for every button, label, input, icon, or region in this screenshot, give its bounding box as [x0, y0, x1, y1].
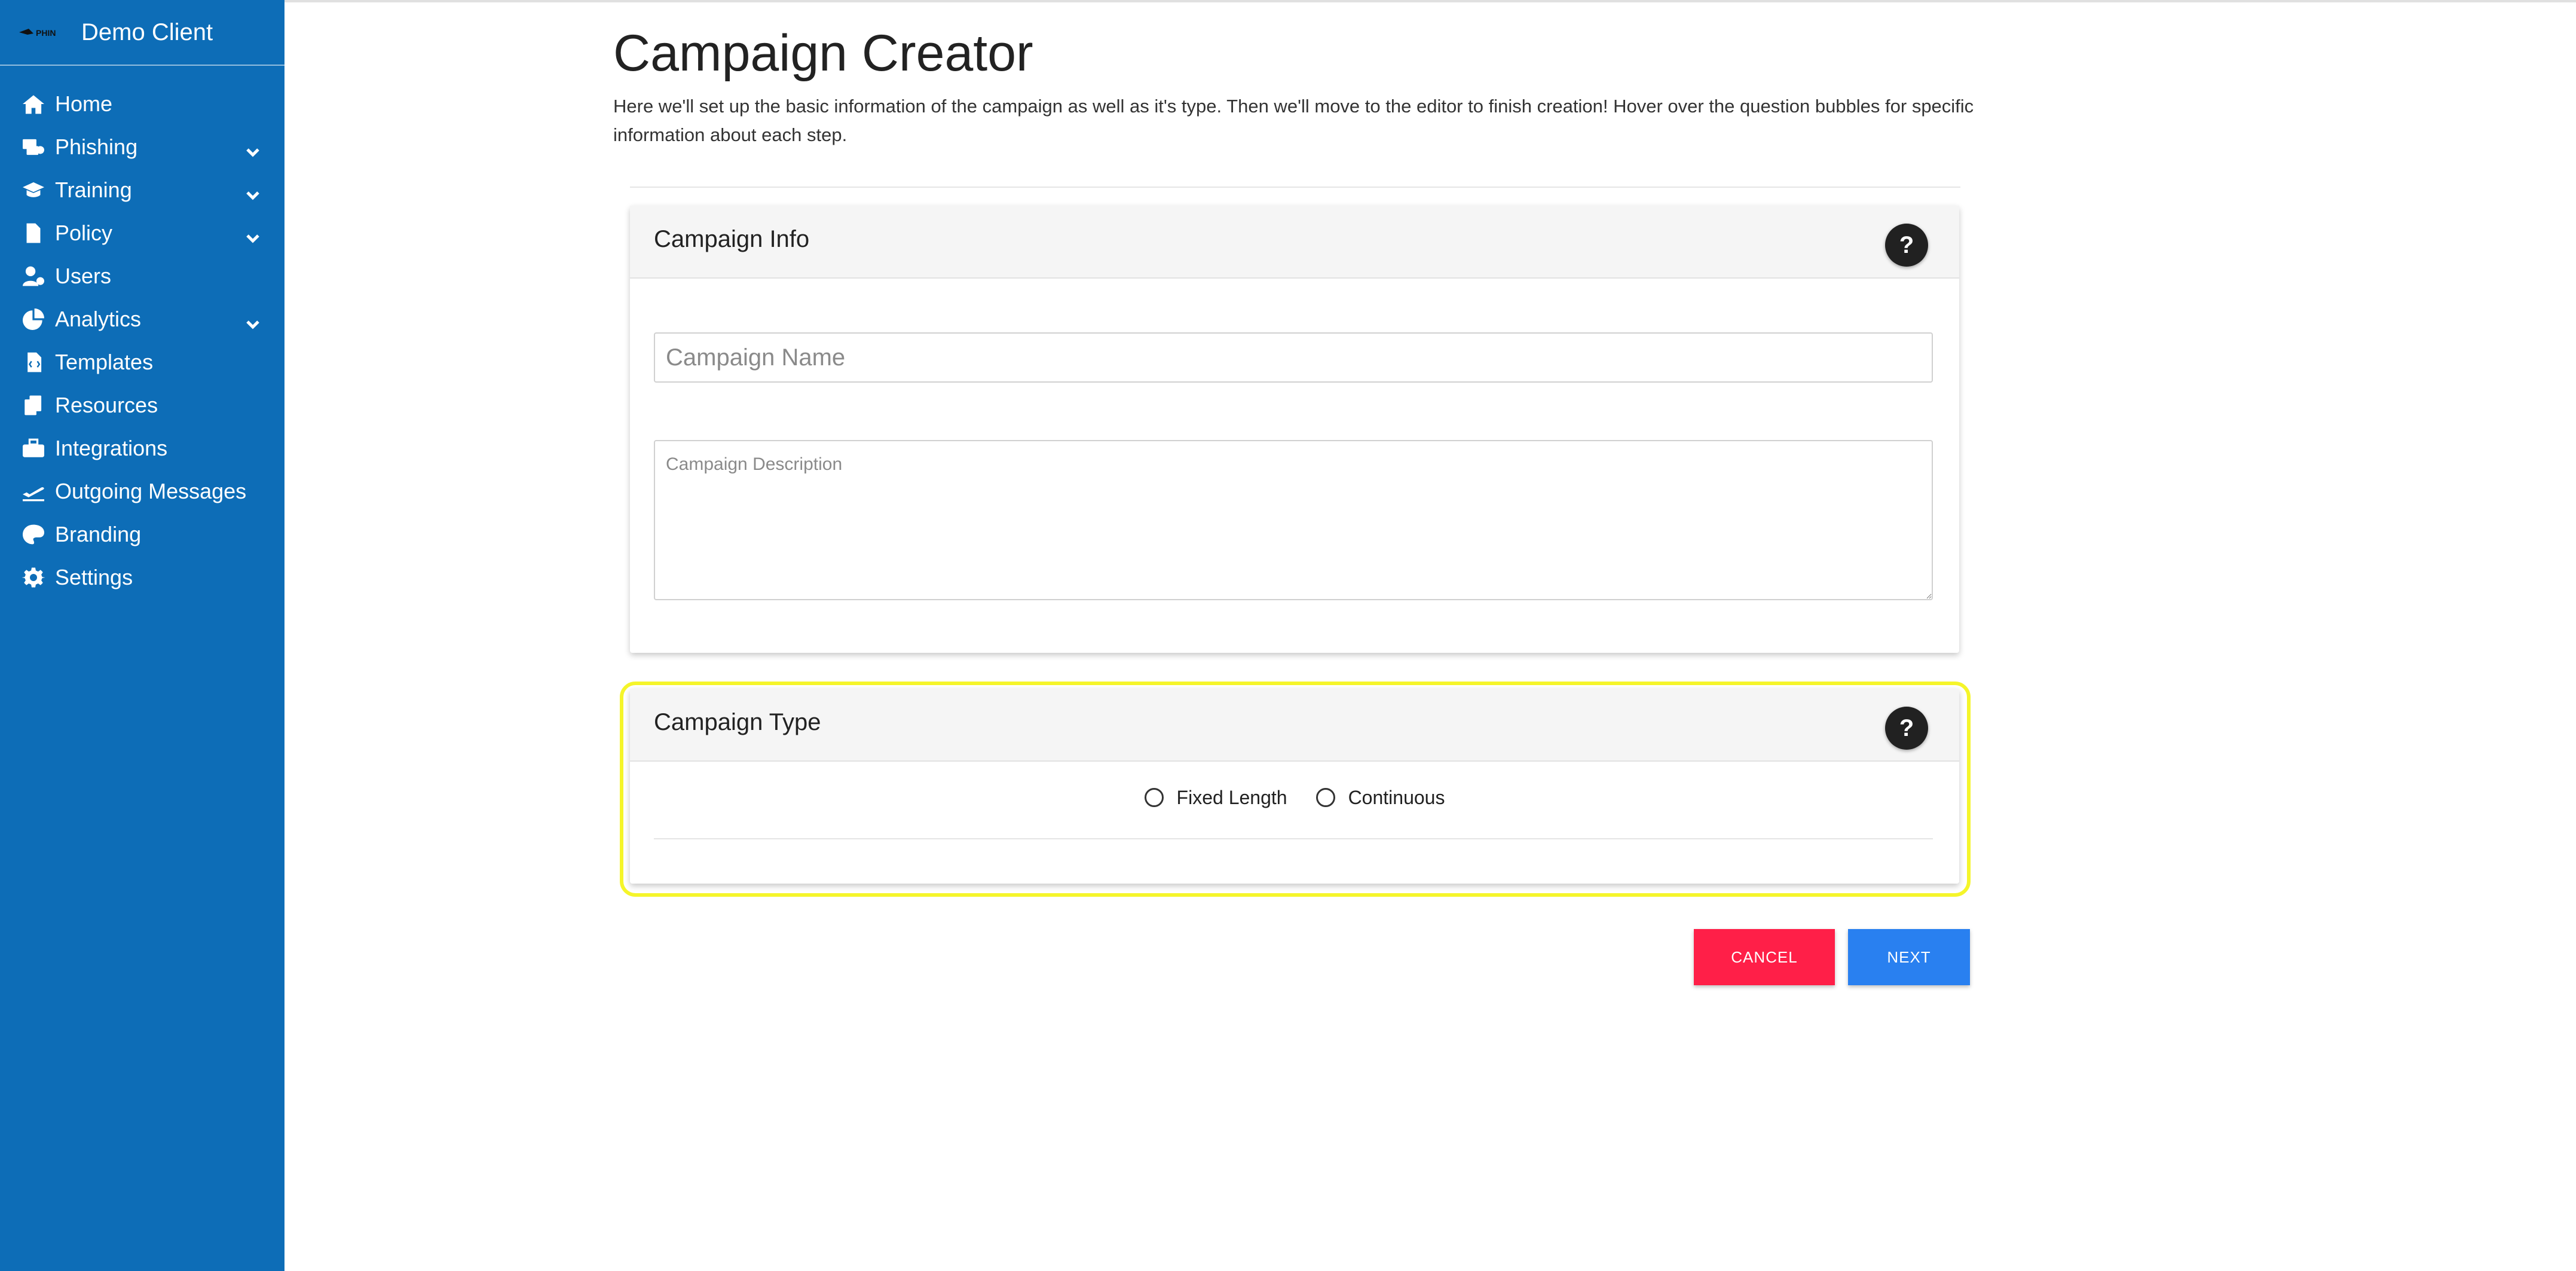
user-gear-icon [22, 264, 49, 288]
sidebar: PHIN Demo Client Home Phishing Training … [0, 0, 284, 1271]
campaign-type-options: Fixed Length Continuous [630, 762, 1959, 833]
sidebar-item-templates[interactable]: Templates [0, 341, 284, 384]
sidebar-item-training[interactable]: Training [0, 169, 284, 212]
page-description: Here we'll set up the basic information … [613, 96, 1974, 145]
campaign-type-title: Campaign Type [654, 709, 821, 735]
sidebar-nav: Home Phishing Training Policy Users Anal… [0, 66, 284, 599]
sidebar-item-label: Home [55, 91, 113, 116]
sidebar-item-label: Phishing [55, 135, 138, 159]
campaign-info-title: Campaign Info [654, 226, 810, 252]
sidebar-item-label: Resources [55, 393, 158, 417]
plane-departure-icon [22, 479, 49, 503]
graduation-cap-icon [22, 178, 49, 202]
sidebar-item-phishing[interactable]: Phishing [0, 126, 284, 169]
campaign-name-input[interactable] [654, 332, 1933, 383]
radio-circle-icon[interactable] [1144, 788, 1164, 807]
divider [654, 838, 1933, 839]
chevron-down-icon[interactable] [245, 226, 261, 243]
campaign-type-card: Campaign Type ? Fixed Length Continuous [630, 689, 1959, 884]
campaign-info-card: Campaign Info ? [630, 206, 1959, 653]
svg-text:PHIN: PHIN [36, 28, 56, 38]
home-icon [22, 92, 49, 116]
main-content: Campaign Creator Here we'll set up the b… [284, 0, 2576, 1271]
campaign-type-header: Campaign Type ? [630, 689, 1959, 762]
pie-chart-icon [22, 307, 49, 331]
sidebar-item-users[interactable]: Users [0, 255, 284, 298]
phishing-icon [22, 135, 49, 159]
sidebar-item-label: Templates [55, 350, 154, 374]
sidebar-item-outgoing-messages[interactable]: Outgoing Messages [0, 470, 284, 513]
radio-continuous[interactable]: Continuous [1315, 786, 1445, 809]
gear-icon [22, 566, 49, 589]
sidebar-item-branding[interactable]: Branding [0, 513, 284, 556]
radio-circle-icon[interactable] [1315, 788, 1335, 807]
cancel-button[interactable]: CANCEL [1694, 929, 1835, 985]
sidebar-item-policy[interactable]: Policy [0, 212, 284, 255]
sidebar-item-settings[interactable]: Settings [0, 556, 284, 599]
radio-fixed-length[interactable]: Fixed Length [1144, 786, 1287, 809]
palette-icon [22, 523, 49, 546]
next-button[interactable]: NEXT [1848, 929, 1970, 985]
sidebar-item-label: Policy [55, 221, 113, 245]
sidebar-item-analytics[interactable]: Analytics [0, 298, 284, 341]
campaign-description-textarea[interactable] [654, 440, 1933, 600]
chevron-down-icon[interactable] [245, 312, 261, 329]
radio-label: Continuous [1348, 786, 1445, 808]
help-icon[interactable]: ? [1885, 224, 1928, 267]
sidebar-item-label: Users [55, 264, 112, 288]
chevron-down-icon[interactable] [245, 183, 261, 200]
copy-icon [22, 393, 49, 417]
brand-logo: PHIN [18, 20, 73, 44]
page-title: Campaign Creator [613, 25, 1033, 82]
sidebar-item-home[interactable]: Home [0, 83, 284, 126]
sidebar-item-resources[interactable]: Resources [0, 384, 284, 427]
divider [630, 187, 1960, 188]
chevron-down-icon[interactable] [245, 140, 261, 157]
top-border [284, 0, 2576, 2]
sidebar-item-label: Settings [55, 565, 133, 589]
brand-header[interactable]: PHIN Demo Client [0, 0, 284, 66]
help-icon[interactable]: ? [1885, 707, 1928, 750]
brand-name: Demo Client [81, 19, 213, 45]
toolbox-icon [22, 436, 49, 460]
sidebar-item-label: Outgoing Messages [55, 479, 247, 503]
campaign-info-header: Campaign Info ? [630, 206, 1959, 279]
sidebar-item-integrations[interactable]: Integrations [0, 427, 284, 470]
sidebar-item-label: Analytics [55, 307, 142, 331]
file-code-icon [22, 350, 49, 374]
radio-label: Fixed Length [1176, 786, 1287, 808]
file-icon [22, 221, 49, 245]
sidebar-item-label: Branding [55, 522, 142, 546]
sidebar-item-label: Integrations [55, 436, 168, 460]
sidebar-item-label: Training [55, 178, 132, 202]
